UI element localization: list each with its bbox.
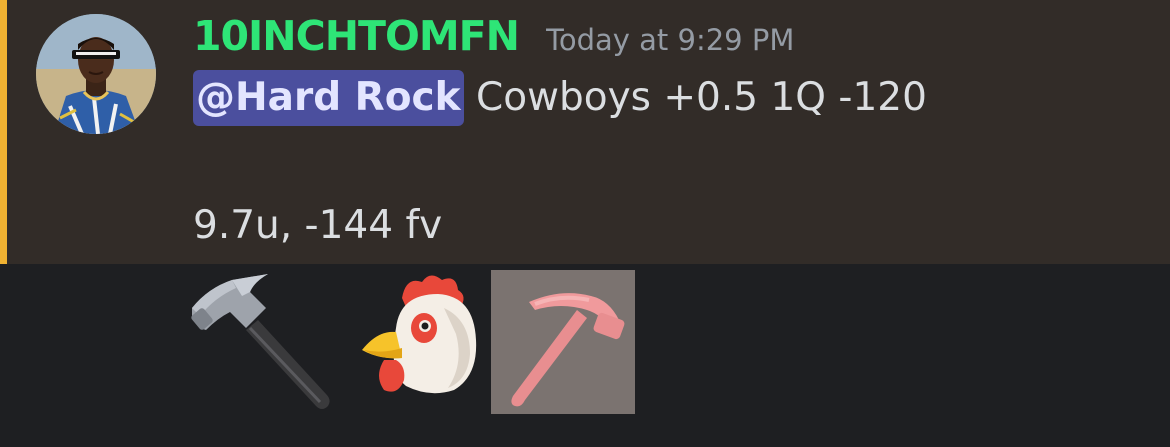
message-text: Cowboys +0.5 1Q -120 (463, 75, 927, 120)
username[interactable]: 10INCHTOMFN (193, 12, 520, 60)
chat-message[interactable]: 10INCHTOMFN Today at 9:29 PM @Hard Rock … (0, 0, 1170, 264)
message-content-line-1: @Hard Rock Cowboys +0.5 1Q -120 (193, 70, 927, 126)
chat-screen: 10INCHTOMFN Today at 9:29 PM @Hard Rock … (0, 0, 1170, 447)
mention-highlight-bar (0, 0, 7, 264)
hammer-icon[interactable] (184, 268, 332, 416)
message-header: 10INCHTOMFN Today at 9:29 PM (193, 12, 794, 64)
avatar[interactable] (36, 14, 156, 134)
rooster-icon[interactable] (344, 268, 492, 416)
message-timestamp[interactable]: Today at 9:29 PM (546, 23, 794, 57)
pickaxe-icon[interactable] (491, 270, 635, 414)
avatar-image (36, 14, 156, 134)
message-content-line-2: 9.7u, -144 fv (193, 203, 443, 248)
role-mention[interactable]: @Hard Rock (193, 70, 464, 126)
